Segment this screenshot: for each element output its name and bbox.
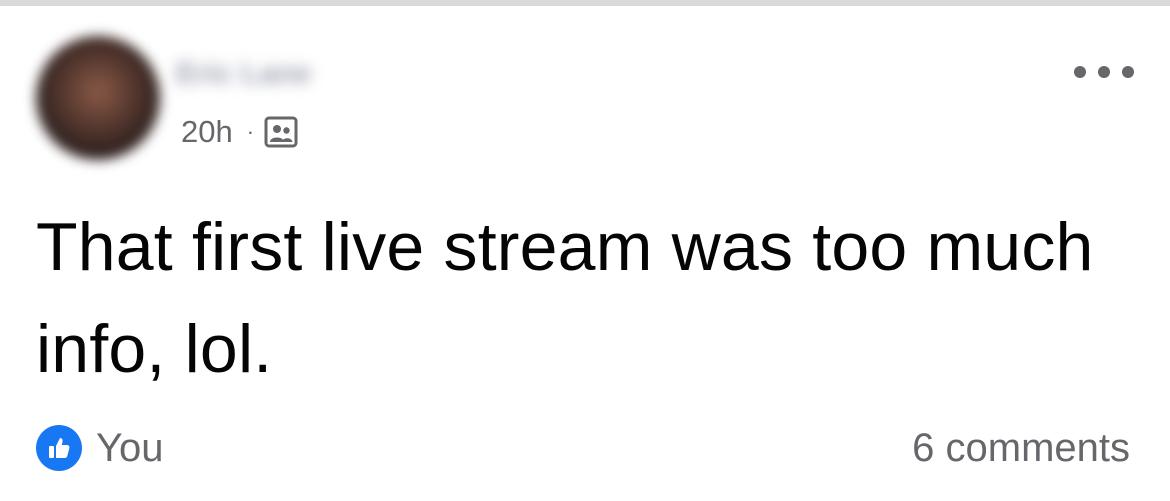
post-timestamp[interactable]: 20h <box>181 114 233 150</box>
post-meta: 20h · <box>181 112 298 152</box>
author-avatar[interactable] <box>36 36 160 160</box>
post-text: That first live stream was too much info… <box>36 209 1094 387</box>
more-options-icon[interactable] <box>1074 56 1134 88</box>
post-divider <box>0 0 1170 6</box>
friends-icon[interactable] <box>264 115 298 149</box>
more-dot <box>1098 66 1110 78</box>
reactions-label: You <box>96 425 164 470</box>
more-dot <box>1122 66 1134 78</box>
feed-post: Eric Lane 20h · That first live stream w… <box>0 0 1170 501</box>
reactions-summary[interactable]: You <box>36 420 164 476</box>
more-dot <box>1074 66 1086 78</box>
meta-separator: · <box>246 119 255 144</box>
like-icon <box>36 425 82 471</box>
comments-count-link[interactable]: 6 comments <box>912 420 1130 476</box>
author-name[interactable]: Eric Lane <box>176 52 376 96</box>
